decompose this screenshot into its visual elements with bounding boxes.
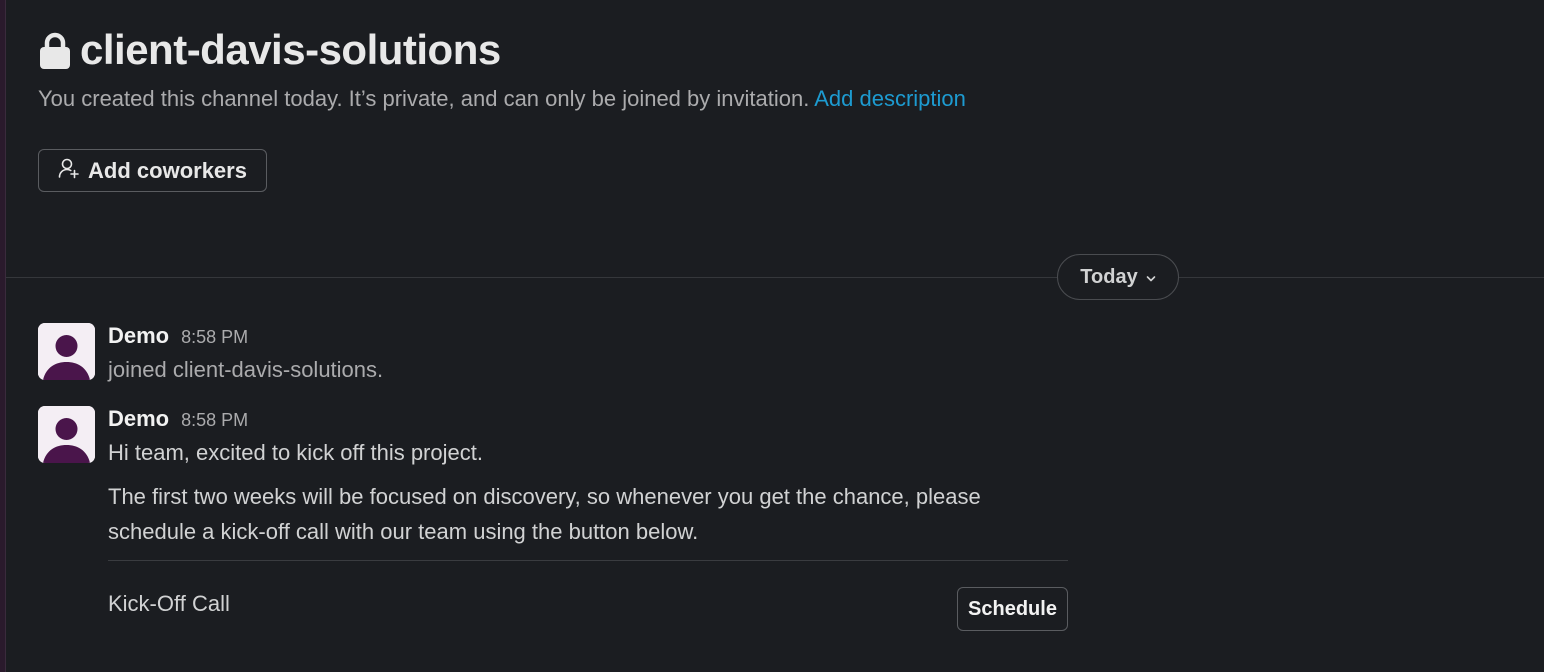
message-author[interactable]: Demo bbox=[108, 406, 169, 432]
add-user-icon bbox=[58, 157, 80, 185]
date-divider-label: Today bbox=[1080, 265, 1138, 288]
channel-view: client-davis-solutions You created this … bbox=[0, 0, 1544, 672]
block-divider bbox=[108, 560, 1068, 561]
channel-title: client-davis-solutions bbox=[80, 26, 501, 73]
block-label: Kick-Off Call bbox=[108, 591, 230, 616]
message-timestamp[interactable]: 8:58 PM bbox=[181, 327, 248, 348]
channel-header: client-davis-solutions bbox=[38, 24, 501, 76]
channel-intro-text: You created this channel today. It’s pri… bbox=[38, 86, 810, 111]
add-description-link[interactable]: Add description bbox=[814, 86, 966, 111]
message-item: Demo 8:58 PM joined client-davis-solutio… bbox=[38, 323, 1078, 383]
chevron-down-icon bbox=[1146, 266, 1156, 289]
date-divider-button[interactable]: Today bbox=[1057, 254, 1179, 300]
lock-icon bbox=[38, 30, 72, 70]
message-item: Demo 8:58 PM Hi team, excited to kick of… bbox=[38, 406, 1078, 556]
schedule-button[interactable]: Schedule bbox=[957, 587, 1068, 631]
message-text: joined client-davis-solutions. bbox=[108, 357, 384, 382]
message-author[interactable]: Demo bbox=[108, 323, 169, 349]
message-header: Demo 8:58 PM bbox=[108, 406, 1078, 434]
avatar-person-icon bbox=[38, 406, 95, 463]
date-divider-line bbox=[6, 277, 1544, 278]
message-text: Hi team, excited to kick off this projec… bbox=[108, 440, 483, 465]
avatar[interactable] bbox=[38, 406, 95, 463]
message-header: Demo 8:58 PM bbox=[108, 323, 1078, 351]
add-coworkers-label: Add coworkers bbox=[88, 157, 247, 183]
avatar-person-icon bbox=[38, 323, 95, 380]
avatar[interactable] bbox=[38, 323, 95, 380]
message-paragraph: The first two weeks will be focused on d… bbox=[108, 484, 981, 544]
message-body: Demo 8:58 PM Hi team, excited to kick of… bbox=[108, 406, 1078, 549]
channel-intro: You created this channel today. It’s pri… bbox=[38, 86, 966, 112]
message-body: Demo 8:58 PM joined client-davis-solutio… bbox=[108, 323, 1078, 387]
message-timestamp[interactable]: 8:58 PM bbox=[181, 410, 248, 431]
add-coworkers-button[interactable]: Add coworkers bbox=[38, 149, 267, 192]
sidebar-edge bbox=[0, 0, 6, 672]
